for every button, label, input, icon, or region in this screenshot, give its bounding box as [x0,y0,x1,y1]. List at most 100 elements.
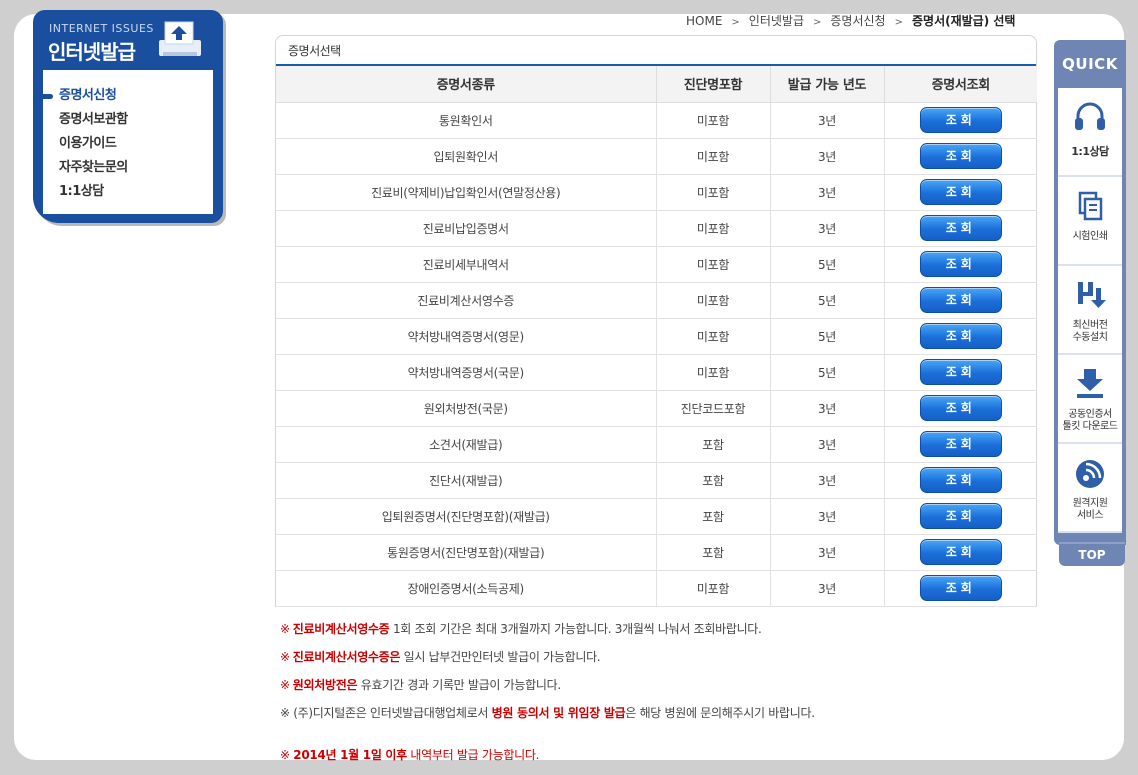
cell-view: 조회 [884,354,1037,391]
cell-view: 조회 [884,390,1037,427]
cell-diagnosis: 포함 [656,462,771,499]
download-icon [1077,369,1103,398]
cell-view: 조회 [884,282,1037,319]
column-header-years: 발급 가능 년도 [770,66,885,103]
view-button[interactable]: 조회 [919,503,1002,529]
cell-certificate-name: 통원증명서(진단명포함)(재발급) [276,534,657,571]
cell-view: 조회 [884,426,1037,463]
quick-item-label: 시험인쇄 [1072,231,1108,242]
sidebar-item-label: 증명서신청 [59,88,117,103]
breadcrumb-home[interactable]: HOME [686,14,722,28]
notice-emphasis: 2014년 1월 1일 이후 [293,748,407,762]
view-button[interactable]: 조회 [919,287,1002,313]
view-button[interactable]: 조회 [919,575,1002,601]
table-header-row: 증명서종류 진단명포함 발급 가능 년도 증명서조회 [276,66,1037,103]
notice-text: 1회 조회 기간은 최대 3개월까지 가능합니다. 3개월씩 나눠서 조회바랍니… [389,622,762,636]
table-row: 통원확인서 미포함 3년 조회 [276,102,1037,139]
cell-years: 5년 [770,246,885,283]
cell-years: 3년 [770,462,885,499]
quick-item-remote-support[interactable]: 원격지원 서비스 [1058,444,1122,533]
table-row: 입퇴원증명서(진단명포함)(재발급) 포함 3년 조회 [276,498,1037,535]
cell-view: 조회 [884,498,1037,535]
quick-item-test-print[interactable]: 시험인쇄 [1058,177,1122,266]
view-button[interactable]: 조회 [919,215,1002,241]
notice-text: 은 해당 병원에 문의해주시기 바랍니다. [625,706,815,720]
table-row: 진료비세부내역서 미포함 5년 조회 [276,246,1037,283]
quick-item-label: 1:1상담 [1071,145,1109,158]
table-row: 장애인증명서(소득공제) 미포함 3년 조회 [276,570,1037,607]
active-indicator [37,94,53,99]
cell-diagnosis: 미포함 [656,318,771,355]
notice-item: ※ 진료비계산서영수증 1회 조회 기간은 최대 3개월까지 가능합니다. 3개월… [280,620,1040,648]
notice-text: 내역부터 발급 가능합니다. [406,748,540,762]
view-button[interactable]: 조회 [919,431,1002,457]
view-button[interactable]: 조회 [919,539,1002,565]
cell-years: 5년 [770,282,885,319]
chevron-right-icon: > [813,17,822,28]
sidebar-item-guide[interactable]: 이용가이드 [59,132,213,156]
certificate-panel: 증명서선택 증명서종류 진단명포함 발급 가능 년도 증명서조회 통원확인서 미포… [275,35,1037,607]
notice-text: 일시 납부건만인터넷 발급이 가능합니다. [400,650,601,664]
sidebar-eng-title: INTERNET ISSUES [49,22,154,35]
sidebar-item-label: 1:1상담 [59,184,104,199]
cell-view: 조회 [884,102,1037,139]
sidebar-item-label: 이용가이드 [59,136,117,151]
notice-emphasis: 원외처방전은 [292,678,358,692]
table-row: 약처방내역증명서(영문) 미포함 5년 조회 [276,318,1037,355]
cell-years: 3년 [770,570,885,607]
cell-diagnosis: 미포함 [656,282,771,319]
view-button[interactable]: 조회 [919,179,1002,205]
scroll-top-button[interactable]: TOP [1059,542,1125,566]
column-header-view: 증명서조회 [884,66,1037,103]
notice-text: (주)디지털존은 인터넷발급대행업체로서 [289,706,492,720]
cell-diagnosis: 포함 [656,426,771,463]
breadcrumb-level2[interactable]: 증명서신청 [830,14,885,28]
breadcrumb-level1[interactable]: 인터넷발급 [749,14,804,28]
table-row: 통원증명서(진단명포함)(재발급) 포함 3년 조회 [276,534,1037,571]
sidebar-item-certificate-request[interactable]: 증명서신청 [37,84,213,108]
quick-menu: QUICK 1:1상담 시험인쇄 최신버전 수동설치 공동인증서 툴킷 다운로드… [1054,40,1126,545]
cell-certificate-name: 장애인증명서(소득공제) [276,570,657,607]
notice-mark: ※ [280,706,290,720]
notice-item: ※ 원외처방전은 유효기간 경과 기록만 발급이 가능합니다. [280,676,1040,704]
view-button[interactable]: 조회 [919,143,1002,169]
cell-certificate-name: 소견서(재발급) [276,426,657,463]
cell-view: 조회 [884,534,1037,571]
notice-mark: ※ [280,678,290,692]
cell-diagnosis: 미포함 [656,174,771,211]
cell-certificate-name: 통원확인서 [276,102,657,139]
cell-certificate-name: 진료비계산서영수증 [276,282,657,319]
view-button[interactable]: 조회 [919,107,1002,133]
cell-diagnosis: 미포함 [656,570,771,607]
column-header-diagnosis: 진단명포함 [656,66,771,103]
chevron-right-icon: > [894,17,903,28]
notice-mark: ※ [280,650,290,664]
sidebar-item-certificate-box[interactable]: 증명서보관함 [59,108,213,132]
breadcrumb: HOME > 인터넷발급 > 증명서신청 > 증명서(재발급) 선택 [686,12,1015,29]
view-button[interactable]: 조회 [919,467,1002,493]
quick-item-consult[interactable]: 1:1상담 [1058,88,1122,177]
cell-certificate-name: 진료비납입증명서 [276,210,657,247]
cell-view: 조회 [884,246,1037,283]
cell-certificate-name: 입퇴원확인서 [276,138,657,175]
table-row: 소견서(재발급) 포함 3년 조회 [276,426,1037,463]
sidebar-item-faq[interactable]: 자주찾는문의 [59,156,213,180]
cell-diagnosis: 포함 [656,498,771,535]
table-row: 약처방내역증명서(국문) 미포함 5년 조회 [276,354,1037,391]
view-button[interactable]: 조회 [919,323,1002,349]
table-row: 원외처방전(국문) 진단코드포함 3년 조회 [276,390,1037,427]
quick-item-manual-install[interactable]: 최신버전 수동설치 [1058,266,1122,355]
cell-diagnosis: 미포함 [656,354,771,391]
quick-item-cert-download[interactable]: 공동인증서 툴킷 다운로드 [1058,355,1122,444]
notice-item: ※ 진료비계산서영수증은 일시 납부건만인터넷 발급이 가능합니다. [280,648,1040,676]
sidebar-item-consult[interactable]: 1:1상담 [59,180,213,204]
certificate-table: 증명서종류 진단명포함 발급 가능 년도 증명서조회 통원확인서 미포함 3년 조회 입… [276,66,1037,607]
sidebar-menu: 증명서신청 증명서보관함 이용가이드 자주찾는문의 1:1상담 [37,70,213,214]
view-button[interactable]: 조회 [919,251,1002,277]
view-button[interactable]: 조회 [919,395,1002,421]
view-button[interactable]: 조회 [919,359,1002,385]
headset-icon [1075,102,1105,130]
sidebar-title: 인터넷발급 [48,40,136,64]
table-row: 진료비(약제비)납입확인서(연말정산용) 미포함 3년 조회 [276,174,1037,211]
quick-title: QUICK [1062,55,1118,73]
